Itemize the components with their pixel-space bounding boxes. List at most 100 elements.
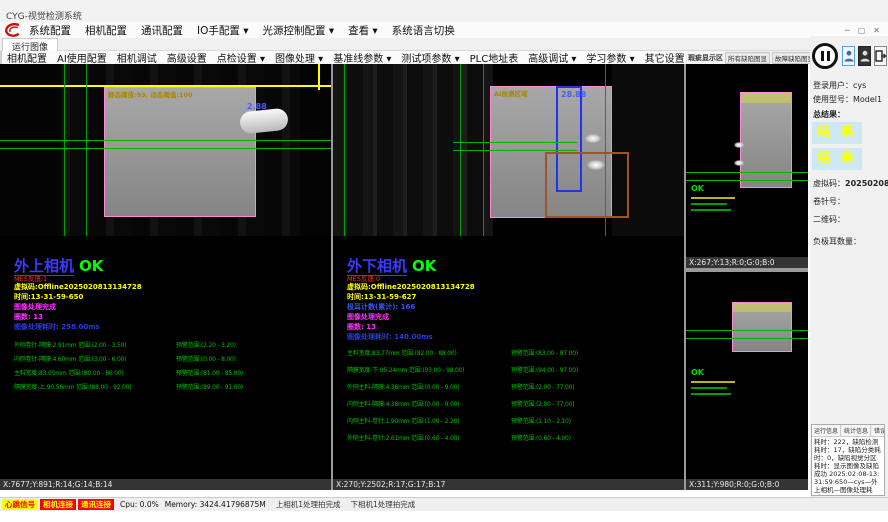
app-logo-icon	[4, 23, 22, 37]
user-switch-button[interactable]	[858, 46, 871, 66]
yellow-guide-vline	[318, 64, 320, 90]
measurement-warn: 预警范围:(83.00 - 87.00)	[511, 348, 578, 357]
measurement-row: 内侧主料-隔膜:4.38mm 范围:(0.00 - 9.00)	[347, 399, 459, 408]
memory-usage: Memory: 3424.41796875M	[165, 500, 266, 509]
minimize-icon[interactable]: ─	[845, 26, 850, 35]
preview1-coords: X:267;Y:13;R:0;G:0;B:0	[686, 257, 808, 268]
result-block-2: 结 果	[812, 148, 862, 170]
preview-text-line	[691, 203, 727, 205]
preview-header: 瑕疵显示区 所有缺陷图显 故障缺陷图显	[686, 51, 808, 64]
left-cursor-coords: X:7677;Y:891;R:14;G:14;B:14	[0, 479, 331, 490]
measurement-row: 内侧主料-卷针:1.90mm 范围:(1.00 - 2.20)	[347, 416, 459, 425]
menu-bar: 系统配置 相机配置 通讯配置 IO手配置 ▾ 光源控制配置 ▾ 查看 ▾ 系统语…	[0, 22, 888, 38]
green-guide-line	[0, 148, 331, 149]
preview-text-line	[691, 209, 731, 211]
status-bar: 心跳信号 相机连接 通讯连接 Cpu: 0.0% Memory: 3424.41…	[0, 497, 888, 511]
tool-learning-params[interactable]: 学习参数 ▾	[581, 50, 639, 65]
ai-region-label: AI检测区域	[494, 88, 527, 98]
menu-item-light-config[interactable]: 光源控制配置 ▾	[255, 23, 341, 38]
bright-spot	[734, 142, 744, 148]
left-dark-column	[0, 64, 58, 236]
preview-tab-all-defects[interactable]: 所有缺陷图显	[725, 52, 770, 64]
measurement-row: 外侧主料-卷针:2.61mm 范围:(0.60 - 4.00)	[347, 433, 459, 442]
tool-baseline-params[interactable]: 基准线参数 ▾	[328, 50, 396, 65]
tool-test-params[interactable]: 测试项参数 ▾	[396, 50, 464, 65]
logout-button[interactable]	[874, 46, 887, 66]
right-barcode: 虚拟码:Offline2025020813134728	[347, 282, 475, 292]
sidebar-panel: 登录用户：cys 使用型号：Model1 总结果： 结 果 结 果 虚拟码：20…	[810, 36, 888, 510]
defect-preview-2[interactable]: OK X:311;Y:980;R:0;G:0;B:0	[686, 272, 808, 490]
blue-measure-label: 28.88	[561, 90, 586, 99]
menu-item-view[interactable]: 查看 ▾	[341, 23, 385, 38]
run-info-box: 运行信息 统计信息 错误信息 耗时：222，缺陷检测耗时：17，缺陷分类耗时：0…	[811, 424, 885, 496]
tool-plc-address-table[interactable]: PLC地址表	[465, 50, 524, 65]
tool-camera-debug[interactable]: 相机调试	[112, 50, 162, 65]
user-login-button[interactable]	[842, 46, 855, 66]
model-value: Model1	[853, 95, 882, 104]
right-loop-count: 圈数: 13	[347, 322, 376, 332]
green-guide-line	[453, 142, 577, 143]
app-window: CYG-视觉检测系统 系统配置 相机配置 通讯配置 IO手配置 ▾ 光源控制配置…	[0, 0, 888, 522]
right-process-time: 图像处理耗时: 140.00ms	[347, 332, 433, 342]
user-icon	[844, 50, 854, 62]
menu-item-io-config[interactable]: IO手配置 ▾	[190, 23, 255, 38]
measurement-warn: 预警范围:(2.20 - 3.20)	[176, 340, 236, 349]
tool-advanced-settings[interactable]: 高级设置	[162, 50, 212, 65]
defect-preview-1[interactable]: OK X:267;Y:13;R:0;G:0;B:0	[686, 64, 808, 268]
cpu-usage: Cpu: 0.0%	[120, 500, 159, 509]
info-tab-errors[interactable]: 错误信息	[872, 425, 885, 436]
left-camera-view[interactable]: 静态阈值:93, 动态阈值:100 2.88 外上相机OK MES反馈:1 虚拟…	[0, 64, 331, 490]
login-user-label: 登录用户：	[813, 81, 853, 90]
green-guide-line	[686, 172, 808, 173]
virtual-code-row: 虚拟码：20250208	[813, 178, 888, 189]
right-camera-view[interactable]: AI检测区域 28.88 外下相机OK MES反馈:0 虚拟码:Offline2…	[333, 64, 684, 490]
maximize-icon[interactable]: ▢	[858, 26, 866, 35]
virtual-code-label: 虚拟码：	[813, 179, 845, 188]
left-loop-count: 圈数: 13	[14, 312, 43, 322]
info-tab-stats[interactable]: 统计信息	[842, 425, 871, 436]
menu-item-camera-config[interactable]: 相机配置	[78, 23, 134, 38]
measurement-warn: 预警范围:(94.00 - 97.00)	[511, 365, 578, 374]
menu-item-system-config[interactable]: 系统配置	[22, 23, 78, 38]
close-icon[interactable]: ✕	[873, 26, 880, 35]
info-tab-run[interactable]: 运行信息	[812, 425, 841, 436]
tool-camera-config[interactable]: 相机配置	[2, 50, 52, 65]
menu-item-comm-config[interactable]: 通讯配置	[134, 23, 190, 38]
tool-spotcheck-settings[interactable]: 点检设置 ▾	[212, 50, 270, 65]
measurement-row: 主料宽度:83.77mm 范围:(82.00 - 88.00)	[347, 348, 457, 357]
preview-material-roi	[740, 92, 792, 188]
tool-image-processing[interactable]: 图像处理 ▾	[270, 50, 328, 65]
neg-tab-count-row: 负极耳数量：	[813, 236, 861, 247]
bright-spot	[585, 134, 601, 143]
info-tabs: 运行信息 统计信息 错误信息	[812, 425, 884, 437]
green-guide-vline	[86, 64, 87, 236]
right-cursor-coords: X:270;Y:2502;R:17;G:17;B:17	[333, 479, 684, 490]
tool-ai-usage-config[interactable]: AI使用配置	[52, 50, 112, 65]
green-guide-vline	[344, 64, 345, 236]
exit-door-icon	[875, 50, 886, 62]
comm-connect-badge: 通讯连接	[78, 499, 114, 510]
tool-advanced-debug[interactable]: 高级调试 ▾	[523, 50, 581, 65]
model-row: 使用型号：Model1	[813, 94, 882, 105]
preview-header-label: 瑕疵显示区	[686, 53, 723, 63]
preview-ok-label: OK	[691, 368, 704, 377]
pause-button[interactable]	[812, 43, 838, 69]
toolbar: 相机配置 AI使用配置 相机调试 高级设置 点检设置 ▾ 图像处理 ▾ 基准线参…	[0, 51, 688, 64]
main-area: 静态阈值:93, 动态阈值:100 2.88 外上相机OK MES反馈:1 虚拟…	[0, 64, 808, 490]
blue-measure-label: 2.88	[247, 102, 267, 111]
login-user-row: 登录用户：cys	[813, 80, 866, 91]
title-bar: CYG-视觉检测系统	[0, 0, 888, 22]
preview-text-line	[691, 393, 731, 395]
green-guide-line	[0, 140, 331, 141]
right-tab-count: 极耳计数(累计): 166	[347, 302, 415, 312]
measurement-warn: 预警范围:(0.60 - 4.00)	[511, 433, 571, 442]
left-dark-column-right	[300, 64, 331, 236]
qrcode-label: 二维码：	[813, 215, 845, 224]
green-guide-line	[686, 338, 808, 339]
left-process-status: 图像处理完成	[14, 302, 56, 312]
menu-item-language-switch[interactable]: 系统语言切换	[385, 23, 462, 38]
virtual-code-value: 20250208	[845, 179, 888, 188]
measurement-row: 隔膜宽度-上:90.56mm 范围:(88.00 - 92.00)	[14, 382, 131, 391]
measurement-warn: 预警范围:(2.00 - 77.00)	[511, 382, 574, 391]
green-guide-vline	[605, 64, 606, 236]
